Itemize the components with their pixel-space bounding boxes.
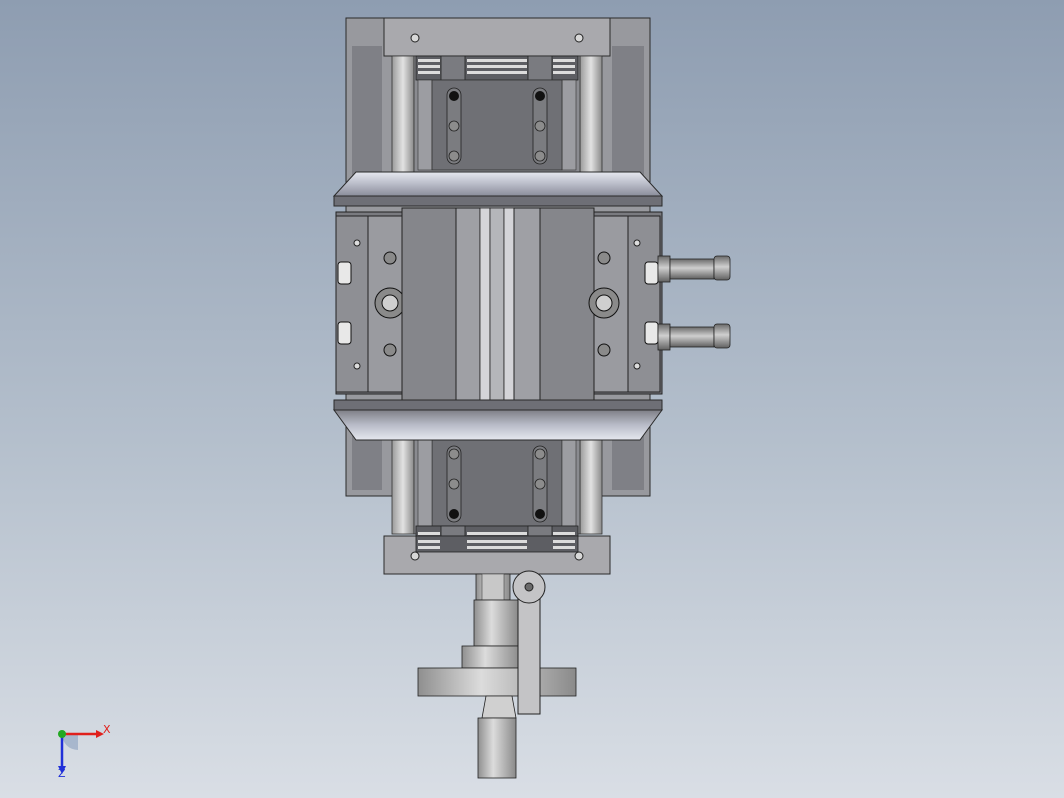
bottom-slot-left bbox=[446, 445, 462, 523]
air-fitting-upper bbox=[657, 255, 731, 283]
air-fitting-lower bbox=[657, 323, 731, 351]
top-carriage bbox=[415, 55, 579, 171]
cad-viewport[interactable]: X Y Z bbox=[0, 0, 1064, 798]
bottom-slot-right bbox=[532, 445, 548, 523]
handwheel-assembly bbox=[417, 573, 577, 779]
cad-model[interactable] bbox=[0, 0, 1064, 798]
cylinder-block bbox=[335, 207, 663, 401]
upper-bevel-plate bbox=[332, 171, 664, 207]
bottom-end-plate bbox=[383, 535, 611, 575]
axis-z-label: Z bbox=[58, 767, 66, 780]
bottom-carriage bbox=[415, 439, 579, 553]
lower-bevel-plate bbox=[333, 399, 663, 441]
lock-lever[interactable] bbox=[512, 570, 546, 715]
axis-x-label: X bbox=[103, 723, 111, 736]
top-slot-right bbox=[532, 87, 548, 165]
top-slot-left bbox=[446, 87, 462, 165]
top-end-plate bbox=[383, 17, 611, 57]
